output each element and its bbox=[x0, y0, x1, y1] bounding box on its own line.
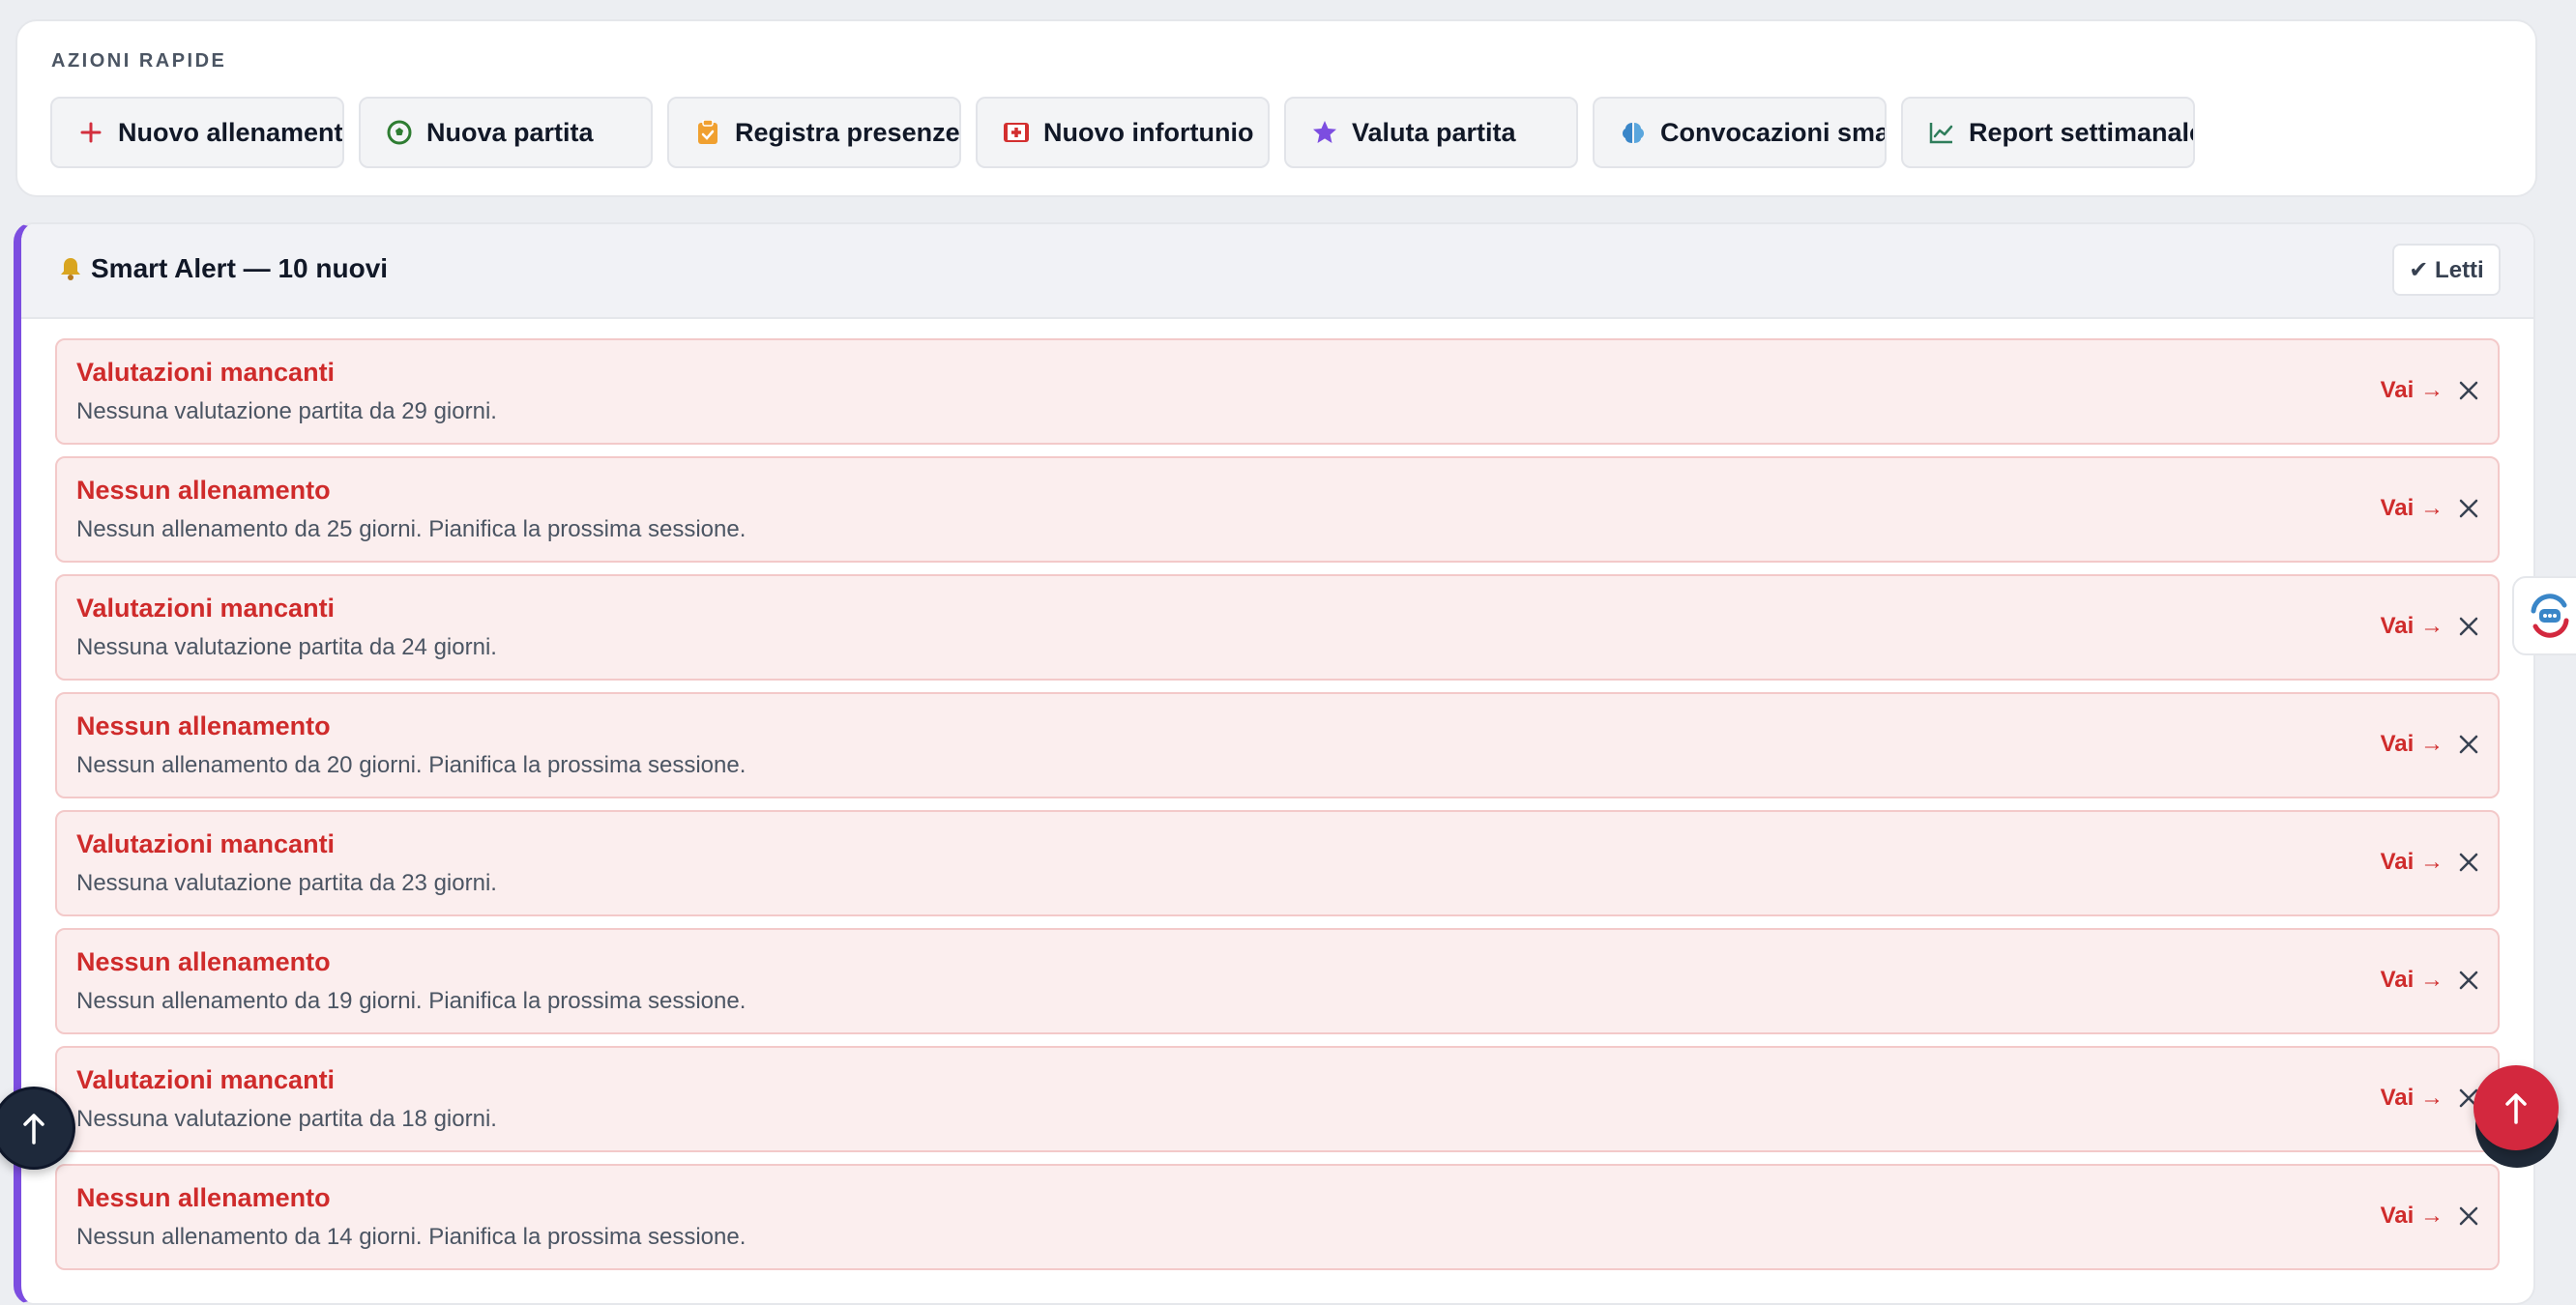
alert-title: Nessun allenamento bbox=[76, 711, 331, 740]
new-injury-label: Nuovo infortunio bbox=[1043, 117, 1254, 147]
clipboard-check-icon bbox=[694, 119, 721, 146]
alert-item: Valutazioni mancanti Nessuna valutazione … bbox=[55, 338, 2500, 445]
first-aid-kit-icon bbox=[1003, 119, 1030, 146]
alert-description: Nessuna valutazione partita da 23 giorni… bbox=[76, 870, 497, 896]
smart-callups-label: Convocazioni smart bbox=[1660, 117, 1887, 147]
arrow-up-icon bbox=[23, 1114, 44, 1145]
alert-description: Nessuna valutazione partita da 24 giorni… bbox=[76, 634, 497, 660]
alert-item: Nessun allenamento Nessun allenamento da … bbox=[55, 1164, 2500, 1270]
alert-description: Nessuna valutazione partita da 18 giorni… bbox=[76, 1106, 497, 1132]
alert-item: Nessun allenamento Nessun allenamento da … bbox=[55, 456, 2500, 563]
quick-actions-card: AZIONI RAPIDE Nuovo allenamento Nuova pa… bbox=[15, 19, 2537, 197]
weekly-report-button[interactable]: Report settimanale bbox=[1901, 97, 2195, 168]
new-training-button[interactable]: Nuovo allenamento bbox=[50, 97, 344, 168]
alert-go-link[interactable]: Vai → bbox=[2381, 1085, 2444, 1112]
rate-match-button[interactable]: Valuta partita bbox=[1284, 97, 1578, 168]
alert-title: Nessun allenamento bbox=[76, 476, 331, 505]
mark-read-button[interactable]: ✔ Letti bbox=[2392, 244, 2501, 296]
close-icon[interactable] bbox=[2457, 733, 2480, 756]
brain-icon bbox=[1620, 119, 1647, 146]
alert-description: Nessun allenamento da 25 giorni. Pianifi… bbox=[76, 516, 746, 542]
alert-go-link[interactable]: Vai → bbox=[2381, 1203, 2444, 1230]
alert-description: Nessun allenamento da 19 giorni. Pianifi… bbox=[76, 988, 746, 1014]
bell-icon bbox=[61, 258, 80, 280]
alert-item: Valutazioni mancanti Nessuna valutazione … bbox=[55, 574, 2500, 681]
alert-go-link[interactable]: Vai → bbox=[2381, 731, 2444, 758]
close-icon[interactable] bbox=[2457, 969, 2480, 992]
alert-title: Valutazioni mancanti bbox=[76, 829, 336, 858]
alert-item: Valutazioni mancanti Nessuna valutazione … bbox=[55, 1046, 2500, 1152]
close-icon[interactable] bbox=[2457, 1204, 2480, 1228]
close-icon[interactable] bbox=[2457, 497, 2480, 520]
alert-go-link[interactable]: Vai → bbox=[2381, 967, 2444, 994]
alert-description: Nessun allenamento da 20 giorni. Pianifi… bbox=[76, 752, 746, 778]
new-match-label: Nuova partita bbox=[426, 117, 594, 147]
alert-item: Nessun allenamento Nessun allenamento da … bbox=[55, 928, 2500, 1034]
chat-sync-icon bbox=[2531, 594, 2569, 638]
alert-title: Nessun allenamento bbox=[76, 947, 331, 976]
alert-title: Valutazioni mancanti bbox=[76, 358, 336, 387]
alert-title: Nessun allenamento bbox=[76, 1183, 331, 1212]
alert-go-link[interactable]: Vai → bbox=[2381, 495, 2444, 522]
record-attendance-button[interactable]: Registra presenze bbox=[667, 97, 961, 168]
star-icon bbox=[1311, 119, 1338, 146]
alert-go-link[interactable]: Vai → bbox=[2381, 849, 2444, 876]
plus-icon bbox=[77, 119, 104, 146]
alert-item: Nessun allenamento Nessun allenamento da … bbox=[55, 692, 2500, 798]
alert-go-link[interactable]: Vai → bbox=[2381, 613, 2444, 640]
weekly-report-label: Report settimanale bbox=[1969, 117, 2195, 147]
quick-actions-title: AZIONI RAPIDE bbox=[51, 50, 227, 72]
alert-title: Valutazioni mancanti bbox=[76, 1065, 336, 1094]
side-chat-widget[interactable] bbox=[2512, 576, 2576, 655]
soccer-ball-icon bbox=[386, 119, 413, 146]
alert-go-link[interactable]: Vai → bbox=[2381, 377, 2444, 404]
record-attendance-label: Registra presenze bbox=[735, 117, 960, 147]
smart-alert-title: Smart Alert — 10 nuovi bbox=[91, 253, 389, 283]
rate-match-label: Valuta partita bbox=[1352, 117, 1516, 147]
scroll-top-right-button[interactable] bbox=[2474, 1065, 2559, 1150]
alert-description: Nessuna valutazione partita da 29 giorni… bbox=[76, 398, 497, 424]
smart-callups-button[interactable]: Convocazioni smart bbox=[1593, 97, 1887, 168]
new-training-label: Nuovo allenamento bbox=[118, 117, 344, 147]
alert-item: Valutazioni mancanti Nessuna valutazione … bbox=[55, 810, 2500, 916]
smart-alert-title-wrap: Smart Alert — 10 nuovi bbox=[58, 253, 388, 284]
line-chart-icon bbox=[1928, 119, 1955, 146]
new-injury-button[interactable]: Nuovo infortunio bbox=[976, 97, 1270, 168]
alert-title: Valutazioni mancanti bbox=[76, 594, 336, 623]
close-icon[interactable] bbox=[2457, 615, 2480, 638]
new-match-button[interactable]: Nuova partita bbox=[359, 97, 653, 168]
arrow-up-icon bbox=[2505, 1093, 2527, 1124]
alert-description: Nessun allenamento da 14 giorni. Pianifi… bbox=[76, 1224, 746, 1250]
close-icon[interactable] bbox=[2457, 851, 2480, 874]
close-icon[interactable] bbox=[2457, 379, 2480, 402]
smart-alert-header: Smart Alert — 10 nuovi ✔ Letti bbox=[21, 224, 2533, 319]
